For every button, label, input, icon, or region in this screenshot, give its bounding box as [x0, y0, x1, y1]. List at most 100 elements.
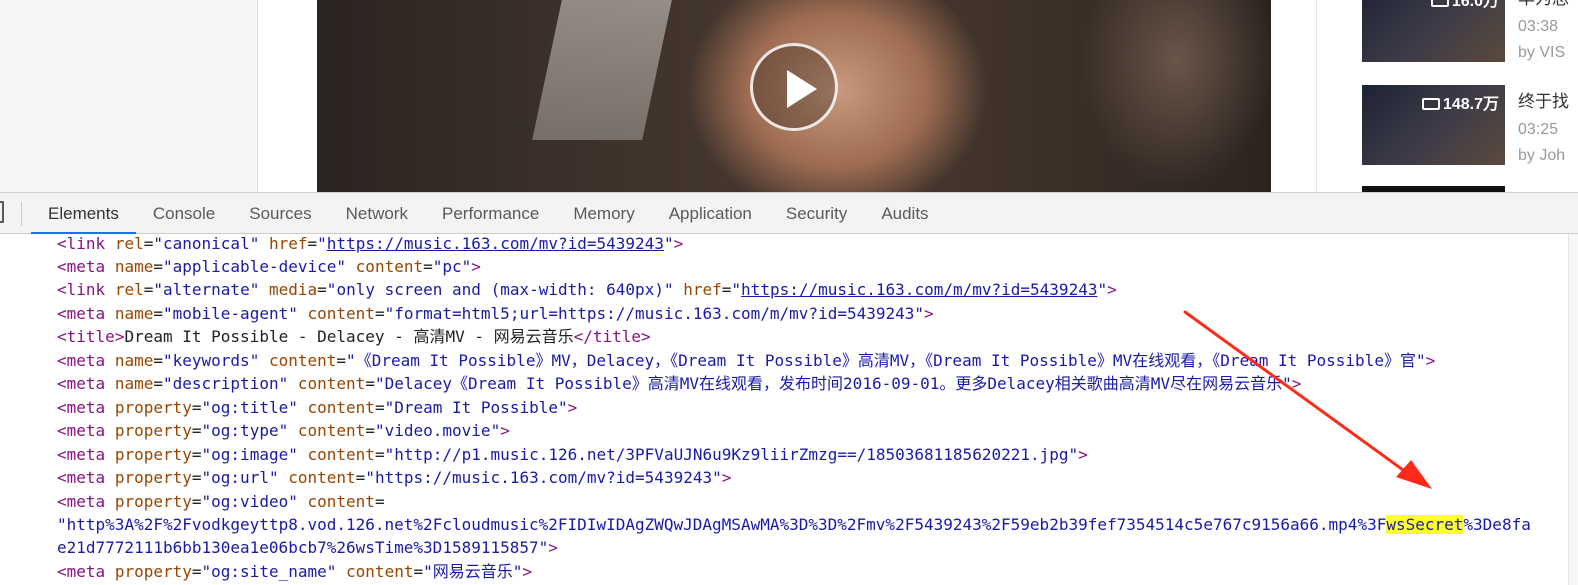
devtools-tabs: Elements Console Sources Network Perform… [31, 193, 946, 234]
attr-name: href [268, 234, 308, 253]
devtools-tabbar: Elements Console Sources Network Perform… [0, 193, 1578, 234]
href-link[interactable]: https://music.163.com/mv?id=5439243 [327, 234, 664, 253]
tabbar-divider [21, 202, 22, 226]
tab-memory[interactable]: Memory [556, 193, 651, 234]
play-icon[interactable] [750, 43, 838, 131]
video-camera-icon [1421, 98, 1440, 110]
attr-value: mobile-agent [172, 304, 289, 323]
tag-name: meta [66, 562, 106, 581]
page-viewport: 16.0万 华为总 03:38 by VIS 148.7万 终于找 03:25 … [0, 0, 1578, 192]
device-toolbar-icon[interactable] [0, 201, 4, 223]
related-mv-artist[interactable]: by Joh [1518, 147, 1565, 165]
attr-name: content [307, 398, 375, 417]
attr-name: media [268, 280, 318, 299]
tag-name: link [66, 234, 106, 253]
attr-value: og:title [211, 398, 289, 417]
dom-node-line[interactable]: <meta property="og:title" content="Dream… [57, 398, 577, 418]
attr-name: property [114, 468, 192, 487]
tab-performance[interactable]: Performance [425, 193, 556, 234]
tab-application[interactable]: Application [652, 193, 769, 234]
attr-value: e21d7772111b6bb130ea1e06bcb7%26wsTime%3D… [57, 538, 539, 557]
attr-value: og:site_name [211, 562, 327, 581]
tag-name: meta [66, 398, 106, 417]
attr-value: %3De8fa [1463, 515, 1531, 534]
dom-node-line[interactable]: <meta name="description" content="Delace… [57, 374, 1301, 394]
vertical-scrollbar[interactable] [1568, 234, 1578, 585]
attr-name: name [114, 257, 154, 276]
attr-value: og:type [211, 421, 279, 440]
attr-value: keywords [172, 351, 250, 370]
attr-name: content [268, 351, 337, 370]
dom-node-line[interactable]: <meta property="og:video" content= [57, 492, 385, 512]
href-link[interactable]: https://music.163.com/m/mv?id=5439243 [741, 280, 1097, 299]
attr-value: applicable-device [172, 257, 337, 276]
dom-node-line[interactable]: <meta property="og:image" content="http:… [57, 445, 1088, 465]
devtools-panel: Elements Console Sources Network Perform… [0, 192, 1578, 585]
play-count-badge: 148.7万 [1421, 90, 1499, 114]
attr-name: content [297, 421, 366, 440]
search-highlight: wsSecret [1386, 515, 1464, 534]
dom-node-line[interactable]: <title>Dream It Possible - Delacey - 高清M… [57, 327, 651, 347]
tag-name: meta [66, 468, 106, 487]
related-mv-artist[interactable]: by VIS [1518, 44, 1565, 62]
tab-network[interactable]: Network [329, 193, 425, 234]
attr-value: 《Dream It Possible》MV，Delacey，《Dream It … [355, 351, 1416, 370]
column-divider [1316, 0, 1317, 192]
attr-name: content [297, 374, 366, 393]
dom-node-line[interactable]: <meta property="og:site_name" content="网… [57, 562, 532, 582]
tag-name: meta [66, 445, 106, 464]
tag-name: meta [66, 492, 106, 511]
attr-value: Dream It Possible [394, 398, 558, 417]
tab-sources[interactable]: Sources [232, 193, 328, 234]
attr-value: http://p1.music.126.net/3PFVaUJN6u9Kz9li… [394, 445, 1069, 464]
attr-value: 网易云音乐 [432, 562, 513, 581]
tag-name: title [66, 327, 115, 346]
attr-value: og:image [211, 445, 289, 464]
play-count-badge: 16.0万 [1430, 0, 1499, 11]
dom-node-line[interactable]: <meta property="og:type" content="video.… [57, 421, 510, 441]
related-mv-duration: 03:25 [1518, 121, 1559, 138]
dom-node-line[interactable]: e21d7772111b6bb130ea1e06bcb7%26wsTime%3D… [57, 538, 558, 558]
dom-node-line[interactable]: <meta property="og:url" content="https:/… [57, 468, 731, 488]
tag-name: meta [66, 374, 106, 393]
attr-value: alternate [163, 280, 250, 299]
tab-security[interactable]: Security [769, 193, 864, 234]
related-mv-thumbnail[interactable]: 16.0万 [1362, 0, 1505, 62]
dom-node-line[interactable]: "http%3A%2F%2Fvodkgeyttp8.vod.126.net%2F… [57, 515, 1531, 535]
related-mv-thumbnail[interactable]: 148.7万 [1362, 85, 1505, 165]
related-mv-title[interactable]: 华为总 [1518, 0, 1569, 9]
dom-node-line[interactable]: <meta name="keywords" content="《Dream It… [57, 351, 1435, 371]
dom-node-line[interactable]: <meta name="applicable-device" content="… [57, 257, 481, 277]
attr-name: rel [114, 234, 144, 253]
attr-value: og:url [211, 468, 269, 487]
attr-name: content [307, 492, 375, 511]
attr-value: og:video [211, 492, 289, 511]
attr-name: property [114, 492, 192, 511]
dom-node-line[interactable]: <link rel="alternate" media="only screen… [57, 280, 1117, 300]
title-text: Dream It Possible - Delacey - 高清MV - 网易云… [124, 327, 574, 346]
tag-name: meta [66, 421, 106, 440]
attr-name: href [683, 280, 722, 299]
attr-value: pc [442, 257, 462, 276]
attr-value: format=html5;url=https://music.163.com/m… [394, 304, 915, 323]
tab-console[interactable]: Console [136, 193, 232, 234]
attr-name: name [114, 304, 154, 323]
dom-node-line[interactable]: <meta name="mobile-agent" content="forma… [57, 304, 934, 324]
left-sidebar [0, 0, 258, 192]
attr-name: name [114, 351, 154, 370]
attr-value: canonical [163, 234, 250, 253]
attr-name: property [114, 421, 192, 440]
elements-dom-tree: <link rel="canonical" href="https://musi… [0, 234, 1578, 585]
tag-name: title [592, 327, 642, 346]
tab-elements[interactable]: Elements [31, 193, 136, 234]
attr-name: content [288, 468, 356, 487]
attr-value: http%3A%2F%2Fvodkgeyttp8.vod.126.net%2Fc… [66, 515, 1387, 534]
related-mv-duration: 03:38 [1518, 18, 1559, 35]
tab-audits[interactable]: Audits [864, 193, 945, 234]
attr-name: name [114, 374, 154, 393]
dom-node-line[interactable]: <link rel="canonical" href="https://musi… [57, 234, 683, 254]
tag-name: meta [66, 304, 106, 323]
attr-name: property [114, 562, 192, 581]
attr-value: only screen and (max-width: 640px) [336, 280, 664, 299]
related-mv-title[interactable]: 终于找 [1518, 87, 1569, 112]
